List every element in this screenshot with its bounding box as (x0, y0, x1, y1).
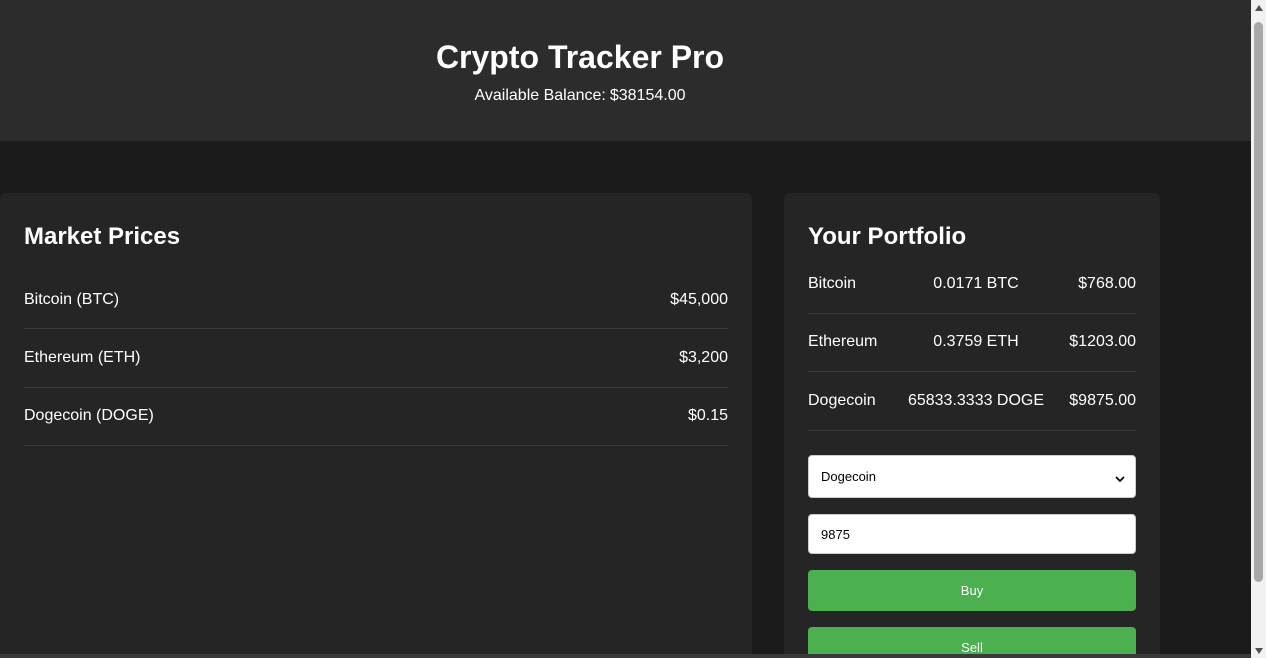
app-header: Crypto Tracker Pro Available Balance: $38… (0, 0, 1251, 141)
coin-price: $45,000 (670, 290, 728, 308)
holding-row-dogecoin: Dogecoin 65833.3333 DOGE $9875.00 (808, 372, 1136, 431)
market-price-list: Bitcoin (BTC) $45,000 Ethereum (ETH) $3,… (24, 271, 728, 446)
coin-price: $0.15 (687, 407, 728, 425)
holding-value: $1203.00 (1069, 333, 1136, 351)
holding-amount: 0.3759 ETH (933, 333, 1019, 351)
market-row-dogecoin: Dogecoin (DOGE) $0.15 (24, 388, 728, 446)
coin-price: $3,200 (679, 348, 728, 366)
bottom-edge (0, 654, 1251, 658)
market-row-ethereum: Ethereum (ETH) $3,200 (24, 329, 728, 388)
balance-display: Available Balance: $38154.00 (0, 86, 1160, 106)
coin-select-value: Dogecoin (821, 469, 876, 484)
market-prices-panel: Market Prices Bitcoin (BTC) $45,000 Ethe… (0, 193, 752, 658)
holding-name: Bitcoin (808, 274, 857, 292)
scrollbar-thumb[interactable] (1254, 22, 1263, 582)
app-title: Crypto Tracker Pro (435, 39, 725, 75)
amount-input[interactable] (808, 514, 1136, 554)
holding-row-ethereum: Ethereum 0.3759 ETH $1203.00 (808, 314, 1136, 372)
market-prices-title: Market Prices (24, 223, 181, 250)
holding-name: Dogecoin (808, 391, 876, 409)
balance-value: $38154.00 (609, 87, 686, 104)
scroll-down-arrow-icon[interactable] (1251, 643, 1266, 658)
portfolio-panel: Your Portfolio Bitcoin 0.0171 BTC $768.0… (784, 193, 1160, 658)
coin-select[interactable]: Dogecoin (808, 455, 1136, 498)
holding-value: $768.00 (1078, 274, 1136, 292)
balance-label: Available Balance: (474, 87, 606, 104)
holding-amount: 0.0171 BTC (933, 274, 1019, 292)
coin-name: Bitcoin (BTC) (24, 290, 120, 308)
chevron-down-icon (1115, 472, 1125, 482)
market-row-bitcoin: Bitcoin (BTC) $45,000 (24, 271, 728, 329)
page: Crypto Tracker Pro Available Balance: $38… (0, 0, 1266, 658)
holding-amount: 65833.3333 DOGE (907, 391, 1045, 409)
holding-row-bitcoin: Bitcoin 0.0171 BTC $768.00 (808, 255, 1136, 314)
holdings-list: Bitcoin 0.0171 BTC $768.00 Ethereum 0.37… (808, 255, 1136, 431)
scroll-up-arrow-icon[interactable] (1251, 0, 1266, 15)
portfolio-title: Your Portfolio (808, 223, 967, 250)
holding-name: Ethereum (808, 333, 878, 351)
buy-button[interactable]: Buy (808, 570, 1136, 611)
holding-value: $9875.00 (1069, 391, 1136, 409)
coin-name: Ethereum (ETH) (24, 348, 141, 366)
coin-name: Dogecoin (DOGE) (24, 407, 154, 425)
vertical-scrollbar[interactable] (1251, 0, 1266, 658)
